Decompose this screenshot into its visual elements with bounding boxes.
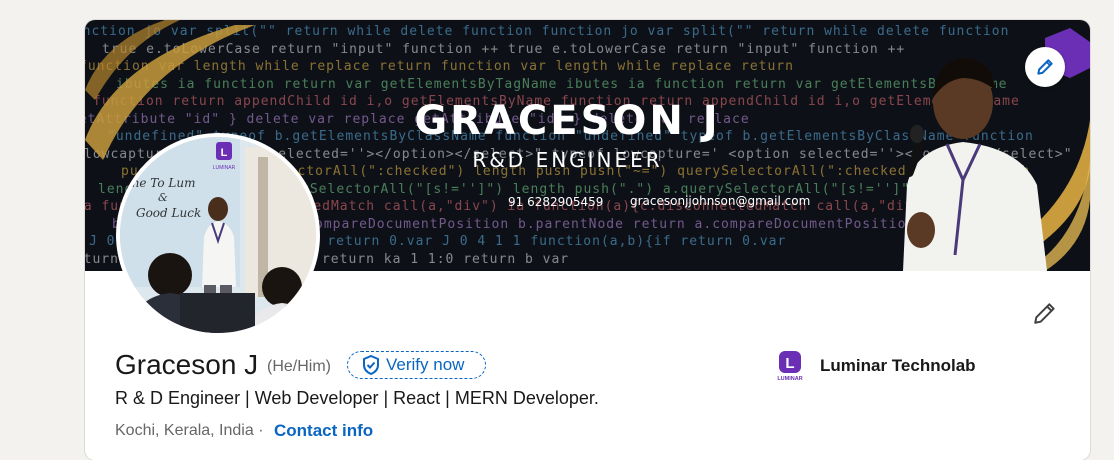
svg-text:L: L: [785, 355, 794, 372]
profile-avatar[interactable]: L LUMINAR me To Lum & Good Luck: [116, 133, 320, 337]
shield-check-icon: [362, 355, 380, 375]
pencil-icon: [1037, 59, 1053, 75]
contact-info-link[interactable]: Contact info: [274, 421, 373, 441]
profile-pronouns: (He/Him): [267, 358, 331, 375]
verify-now-label: Verify now: [386, 355, 465, 374]
luminar-logo-icon: L LUMINAR: [775, 351, 805, 381]
verify-now-button[interactable]: Verify now: [347, 351, 486, 379]
pencil-icon: [1034, 303, 1055, 324]
profile-name: Graceson J: [115, 349, 259, 380]
company-name: Luminar Technolab: [820, 356, 976, 375]
svg-text:LUMINAR: LUMINAR: [213, 165, 236, 171]
svg-text:Good Luck: Good Luck: [136, 206, 201, 220]
edit-profile-button[interactable]: [1028, 296, 1062, 330]
edit-banner-button[interactable]: [1025, 47, 1065, 87]
profile-headline: R & D Engineer | Web Developer | React |…: [115, 388, 599, 408]
svg-text:me To Lum: me To Lum: [128, 176, 195, 190]
svg-text:LUMINAR: LUMINAR: [777, 376, 802, 381]
banner-phone: 91 6282905459: [508, 195, 604, 209]
profile-location: Kochi, Kerala, India ·: [115, 422, 264, 439]
current-company[interactable]: L LUMINAR Luminar Technolab: [775, 351, 976, 381]
svg-text:L: L: [221, 147, 228, 159]
svg-text:&: &: [158, 191, 168, 204]
avatar-photo: L LUMINAR me To Lum & Good Luck: [120, 137, 316, 333]
banner-email: gracesonjjohnson@gmail.com: [630, 194, 811, 208]
